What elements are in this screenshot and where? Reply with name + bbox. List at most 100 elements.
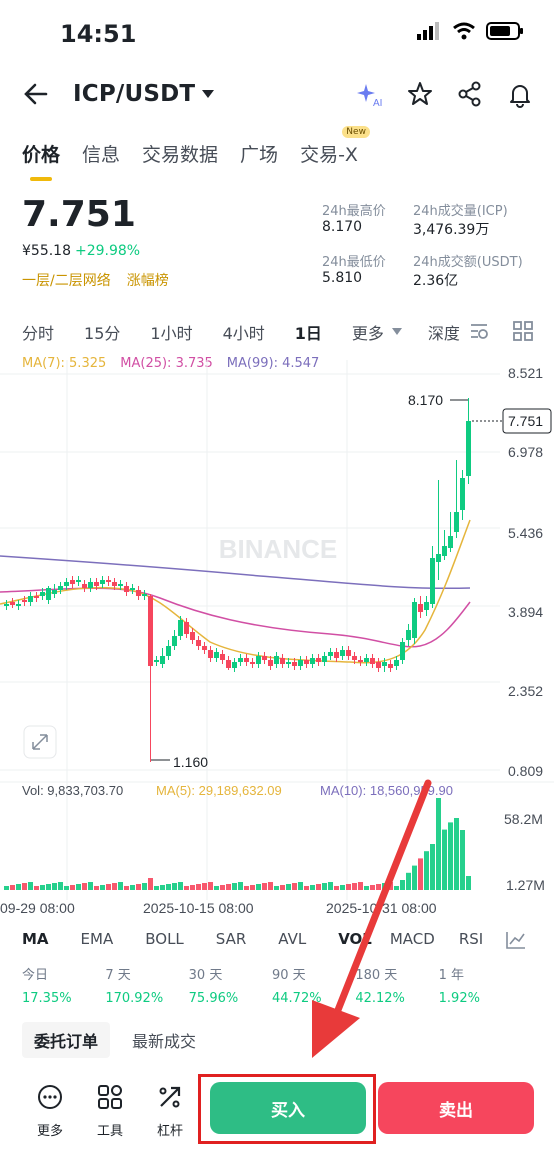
layout-grid-icon[interactable]	[512, 320, 534, 342]
candle	[418, 604, 423, 612]
sell-button[interactable]: 卖出	[378, 1082, 534, 1134]
tab-latest-trades[interactable]: 最新成交	[120, 1022, 208, 1058]
candle	[298, 660, 303, 666]
high-annotation: 8.170	[408, 392, 468, 408]
volume-bar	[406, 872, 411, 890]
candlestick-chart[interactable]: BINANCE 8.521 6.978 5.436 3.894 2.352 0.…	[0, 360, 554, 920]
candle	[196, 640, 201, 646]
indicator-ma[interactable]: MA	[22, 930, 49, 950]
volume-bar	[352, 883, 357, 890]
vol-tick: 1.27M	[506, 877, 545, 893]
volume-bar	[412, 865, 417, 890]
volume-bar	[22, 883, 27, 890]
buy-button[interactable]: 买入	[210, 1082, 366, 1134]
perf-180d: 180 天 42.12%	[355, 964, 438, 1006]
bell-icon[interactable]	[506, 80, 534, 108]
tab-price[interactable]: 价格	[22, 140, 60, 181]
leverage-button[interactable]: 杠杆	[150, 1084, 190, 1139]
indicator-sar[interactable]: SAR	[216, 930, 246, 950]
volume-bar	[448, 822, 453, 890]
y-tick: 3.894	[508, 604, 543, 620]
volume-bar	[250, 885, 255, 890]
candle	[424, 602, 429, 610]
volume-bar	[280, 885, 285, 890]
volume-bar	[262, 883, 267, 890]
pair-title[interactable]: ICP/USDT	[73, 81, 195, 107]
more-caret-icon[interactable]	[390, 324, 404, 338]
interval-timeline[interactable]: 分时	[22, 320, 54, 344]
status-icons	[416, 22, 524, 40]
perf-label: 1 年	[438, 968, 465, 983]
interval-1d[interactable]: 1日	[295, 320, 322, 344]
tag-gainers[interactable]: 涨幅榜	[127, 270, 169, 290]
vol-label: Vol: 9,833,703.70	[22, 783, 123, 798]
caret-down-icon[interactable]	[200, 88, 216, 100]
volume-bar	[442, 829, 447, 890]
volume-bar	[256, 884, 261, 890]
volume-bar	[400, 880, 405, 890]
tab-open-orders[interactable]: 委托订单	[22, 1022, 111, 1058]
x-axis: 09-29 08:00 2025-10-15 08:00 2025-10-31 …	[0, 900, 437, 916]
candle	[346, 650, 351, 656]
interval-1h[interactable]: 1小时	[150, 320, 192, 344]
top-bar: ICP/USDT AI	[0, 78, 554, 114]
svg-text:AI: AI	[373, 98, 382, 109]
ai-sparkle-icon[interactable]: AI	[356, 80, 386, 110]
candle	[394, 660, 399, 666]
tag-layer[interactable]: 一层/二层网络	[22, 270, 111, 290]
y-tick: 2.352	[508, 683, 543, 699]
volume-bar	[370, 885, 375, 890]
tab-trading-data[interactable]: 交易数据	[142, 140, 218, 167]
more-button[interactable]: 更多	[30, 1084, 70, 1139]
tab-square[interactable]: 广场	[240, 140, 278, 167]
indicator-macd[interactable]: MACD	[390, 930, 435, 950]
indicator-avl[interactable]: AVL	[278, 930, 306, 950]
interval-4h[interactable]: 4小时	[223, 320, 265, 344]
tab-info[interactable]: 信息	[82, 140, 120, 167]
x-label: 2025-10-31 08:00	[326, 900, 437, 916]
vol-legend: Vol: 9,833,703.70 MA(5): 29,189,632.09 M…	[22, 783, 453, 798]
candle	[454, 512, 459, 532]
volume-bar	[286, 884, 291, 890]
interval-15m[interactable]: 15分	[84, 320, 120, 344]
candle	[46, 588, 51, 600]
interval-depth[interactable]: 深度	[428, 320, 460, 344]
tools-button[interactable]: 工具	[90, 1084, 130, 1139]
wifi-icon	[453, 22, 475, 40]
share-icon[interactable]	[456, 80, 484, 108]
perf-value: 42.12%	[355, 991, 405, 1006]
candle	[94, 582, 99, 586]
volume-bar	[58, 882, 63, 890]
indicator-rsi[interactable]: RSI	[459, 930, 483, 950]
indicator-vol[interactable]: VOL	[338, 930, 372, 950]
volume-bar	[220, 885, 225, 890]
y-axis: 8.521 6.978 5.436 3.894 2.352 0.809 58.2…	[504, 365, 545, 893]
chart-settings-icon[interactable]	[468, 320, 490, 342]
candle	[460, 478, 465, 510]
indicator-settings-icon[interactable]	[505, 930, 527, 950]
candle	[64, 582, 69, 586]
vol-ma10-label: MA(10): 18,560,959.90	[320, 783, 453, 798]
stat-high-value: 8.170	[322, 219, 363, 235]
tab-trade-x[interactable]: 交易-X New	[300, 126, 370, 167]
candle	[436, 554, 441, 562]
indicator-boll[interactable]: BOLL	[145, 930, 184, 950]
perf-value: 17.35%	[22, 991, 72, 1006]
last-price: 7.751	[22, 194, 136, 235]
vol-tick: 58.2M	[504, 811, 543, 827]
candle	[22, 600, 27, 602]
perf-label: 180 天	[355, 968, 398, 983]
candle	[82, 584, 87, 588]
candle	[388, 664, 393, 668]
candle	[406, 630, 411, 640]
indicator-ema[interactable]: EMA	[81, 930, 114, 950]
volume-bar	[46, 884, 51, 890]
volume-bar	[364, 886, 369, 890]
volume-bar	[394, 886, 399, 890]
back-arrow-icon[interactable]	[22, 78, 50, 110]
candle	[292, 662, 297, 666]
volume-bar	[16, 884, 21, 890]
interval-more[interactable]: 更多	[352, 320, 384, 344]
perf-value: 1.92%	[438, 991, 480, 1006]
star-icon[interactable]	[406, 80, 434, 108]
